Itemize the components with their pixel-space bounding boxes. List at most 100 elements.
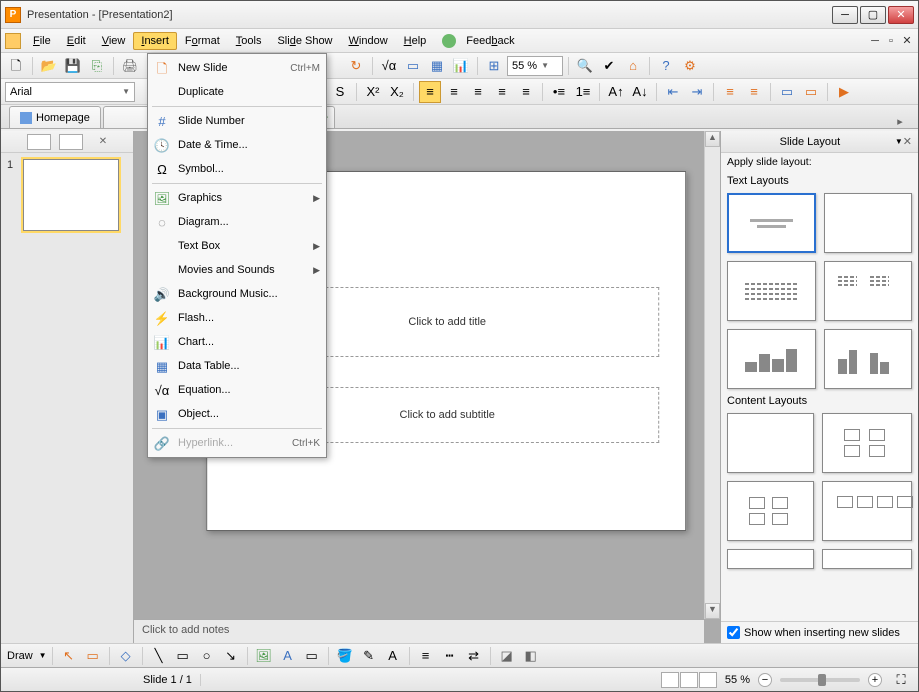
layout-thumb[interactable]	[727, 329, 816, 389]
textart-button[interactable]: A	[277, 645, 299, 667]
menu-movies-sounds[interactable]: Movies and Sounds▶	[148, 258, 326, 282]
increase-indent-button[interactable]: ≡	[743, 81, 765, 103]
menu-chart[interactable]: 📊Chart...	[148, 330, 326, 354]
decrease-font-button[interactable]: A↓	[629, 81, 651, 103]
zoom-out-button[interactable]: −	[758, 673, 772, 687]
close-button[interactable]: ✕	[888, 6, 914, 24]
open-button[interactable]: 📂	[38, 55, 60, 77]
chart-ins-button[interactable]: 📊	[450, 55, 472, 77]
panel-close-icon[interactable]: ✕	[99, 136, 107, 147]
menu-object[interactable]: ▣Object...	[148, 402, 326, 426]
menu-edit[interactable]: Edit	[59, 32, 94, 50]
line-button[interactable]: ╲	[148, 645, 170, 667]
autoshapes-button[interactable]: ◇	[115, 645, 137, 667]
settings-button[interactable]: ⚙	[679, 55, 701, 77]
layout-thumb[interactable]	[727, 261, 816, 321]
menu-duplicate[interactable]: Duplicate	[148, 80, 326, 104]
slideshow-button[interactable]: ▶	[833, 81, 855, 103]
align-center-button[interactable]: ≡	[443, 81, 465, 103]
strike-button[interactable]: S	[329, 81, 351, 103]
layout-thumb[interactable]	[727, 481, 814, 541]
arrow-style-button[interactable]: ⇄	[463, 645, 485, 667]
normal-view-button[interactable]	[661, 672, 679, 688]
redo-button[interactable]: ↻	[345, 55, 367, 77]
menu-tools[interactable]: Tools	[228, 32, 270, 50]
layout-thumb[interactable]	[824, 261, 913, 321]
layout-thumb[interactable]	[822, 481, 912, 541]
menu-diagram[interactable]: ◌Diagram...	[148, 210, 326, 234]
shapes-button[interactable]: ▭	[402, 55, 424, 77]
scroll-up-icon[interactable]: ▲	[705, 131, 720, 147]
menu-date-time[interactable]: 🕓Date & Time...	[148, 133, 326, 157]
dash-style-button[interactable]: ┅	[439, 645, 461, 667]
menu-help[interactable]: Help	[396, 32, 435, 50]
textbox2-button[interactable]: ▭	[301, 645, 323, 667]
zoom-in-button[interactable]: +	[868, 673, 882, 687]
increase-font-button[interactable]: A↑	[605, 81, 627, 103]
vertical-scrollbar[interactable]: ▲ ▼	[704, 131, 720, 619]
layout-scroll[interactable]: Text Layouts Content Layouts	[721, 171, 918, 621]
menu-flash[interactable]: ⚡Flash...	[148, 306, 326, 330]
menu-symbol[interactable]: ΩSymbol...	[148, 157, 326, 181]
find-button[interactable]: 🔍	[574, 55, 596, 77]
indent-button[interactable]: ⇥	[686, 81, 708, 103]
menu-background-music[interactable]: 🔊Background Music...	[148, 282, 326, 306]
font-color-button[interactable]: A	[382, 645, 404, 667]
numbering-button[interactable]: 1≡	[572, 81, 594, 103]
rectangle-button[interactable]: ▭	[172, 645, 194, 667]
spellcheck-button[interactable]: ✔	[598, 55, 620, 77]
align-dist-button[interactable]: ≡	[515, 81, 537, 103]
superscript-button[interactable]: X²	[362, 81, 384, 103]
decrease-indent-button[interactable]: ≡	[719, 81, 741, 103]
save-button[interactable]: 💾	[62, 55, 84, 77]
bullets-button[interactable]: •≡	[548, 81, 570, 103]
fill-color-button[interactable]: 🪣	[334, 645, 356, 667]
print-button[interactable]: 🖨	[119, 55, 141, 77]
layout-thumb[interactable]	[822, 413, 912, 473]
panel-close-icon[interactable]: ✕	[903, 135, 912, 148]
align-justify-button[interactable]: ≡	[491, 81, 513, 103]
mdi-restore[interactable]: ▫	[884, 34, 898, 48]
menu-new-slide[interactable]: 🗋New SlideCtrl+M	[148, 56, 326, 80]
layout-ins-button[interactable]: ▭	[776, 81, 798, 103]
menu-slide-number[interactable]: #Slide Number	[148, 109, 326, 133]
slideshow-view-button[interactable]	[699, 672, 717, 688]
menu-textbox[interactable]: Text Box▶	[148, 234, 326, 258]
align-right-button[interactable]: ≡	[467, 81, 489, 103]
fit-button[interactable]: ⛶	[890, 669, 912, 691]
help-button[interactable]: ?	[655, 55, 677, 77]
zoom-handle[interactable]	[818, 674, 826, 686]
layout-thumb[interactable]	[824, 329, 913, 389]
tab-scroll-right[interactable]: ▸	[890, 115, 910, 128]
outline-tab[interactable]	[59, 134, 83, 150]
layout-thumb[interactable]	[727, 193, 816, 253]
select-objects-button[interactable]: ▭	[82, 645, 104, 667]
line-style-button[interactable]: ≡	[415, 645, 437, 667]
new-button[interactable]: 🗋	[5, 55, 27, 77]
tab-homepage[interactable]: Homepage	[9, 106, 101, 128]
saveas-button[interactable]: ⎘	[86, 55, 108, 77]
slide-thumbnail[interactable]	[23, 159, 119, 231]
show-when-inserting-checkbox[interactable]	[727, 626, 740, 639]
scroll-down-icon[interactable]: ▼	[705, 603, 720, 619]
menu-view[interactable]: View	[94, 32, 134, 50]
equation-button[interactable]: √α	[378, 55, 400, 77]
design-button[interactable]: ▭	[800, 81, 822, 103]
shadow-button[interactable]: ◪	[496, 645, 518, 667]
layout-thumb[interactable]	[727, 549, 814, 569]
menu-format[interactable]: Format	[177, 32, 228, 50]
layout-thumb[interactable]	[727, 413, 814, 473]
mdi-minimize[interactable]: ─	[868, 34, 882, 48]
maximize-button[interactable]: ▢	[860, 6, 886, 24]
menu-window[interactable]: Window	[341, 32, 396, 50]
menu-data-table[interactable]: ▦Data Table...	[148, 354, 326, 378]
mdi-close[interactable]: ✕	[900, 34, 914, 48]
layout-thumb[interactable]	[822, 549, 912, 569]
oval-button[interactable]: ○	[196, 645, 218, 667]
menu-equation[interactable]: √αEquation...	[148, 378, 326, 402]
menu-slideshow[interactable]: Slide Show	[269, 32, 340, 50]
table-button[interactable]: ▦	[426, 55, 448, 77]
grid-button[interactable]: ⊞	[483, 55, 505, 77]
layout-thumb[interactable]	[824, 193, 913, 253]
subscript-button[interactable]: X₂	[386, 81, 408, 103]
